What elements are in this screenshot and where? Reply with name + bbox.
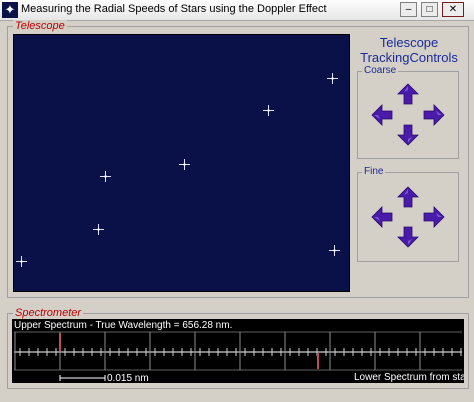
fine-up-arrow-button[interactable] [397, 186, 419, 208]
star-icon [263, 105, 274, 116]
fine-right-arrow-button[interactable] [423, 206, 445, 228]
coarse-down-arrow-button[interactable] [397, 124, 419, 146]
coarse-up-arrow-button[interactable] [397, 83, 419, 105]
coarse-left-arrow-button[interactable] [371, 104, 393, 126]
spectrometer-view: Upper Spectrum - True Wavelength = 656.2… [12, 319, 464, 383]
star-icon [327, 73, 338, 84]
telescope-label: Telescope [13, 20, 67, 32]
coarse-label: Coarse [362, 65, 399, 77]
scale-label: 0.015 nm [107, 373, 149, 383]
fine-label: Fine [362, 166, 386, 178]
title-bar[interactable]: ✦ Measuring the Radial Speeds of Stars u… [0, 0, 474, 21]
telescope-view[interactable] [13, 34, 350, 292]
upper-spectrum-text: Upper Spectrum - True Wavelength = 656.2… [14, 320, 233, 331]
fine-down-arrow-button[interactable] [397, 226, 419, 248]
star-icon [100, 171, 111, 182]
tracking-controls-title: Telescope TrackingControls [360, 35, 458, 65]
window-title: Measuring the Radial Speeds of Stars usi… [21, 3, 327, 15]
spectrometer-label: Spectrometer [13, 307, 84, 319]
close-button[interactable]: ✕ [442, 2, 464, 17]
minimize-button[interactable]: – [400, 2, 417, 17]
lower-spectrum-text: Lower Spectrum from star #1 [354, 372, 464, 383]
star-icon [93, 224, 104, 235]
coarse-right-arrow-button[interactable] [423, 104, 445, 126]
maximize-button[interactable]: □ [421, 2, 438, 17]
star-icon [179, 159, 190, 170]
star-icon [329, 245, 340, 256]
app-icon[interactable]: ✦ [2, 2, 18, 18]
star-icon [16, 256, 27, 267]
fine-left-arrow-button[interactable] [371, 206, 393, 228]
